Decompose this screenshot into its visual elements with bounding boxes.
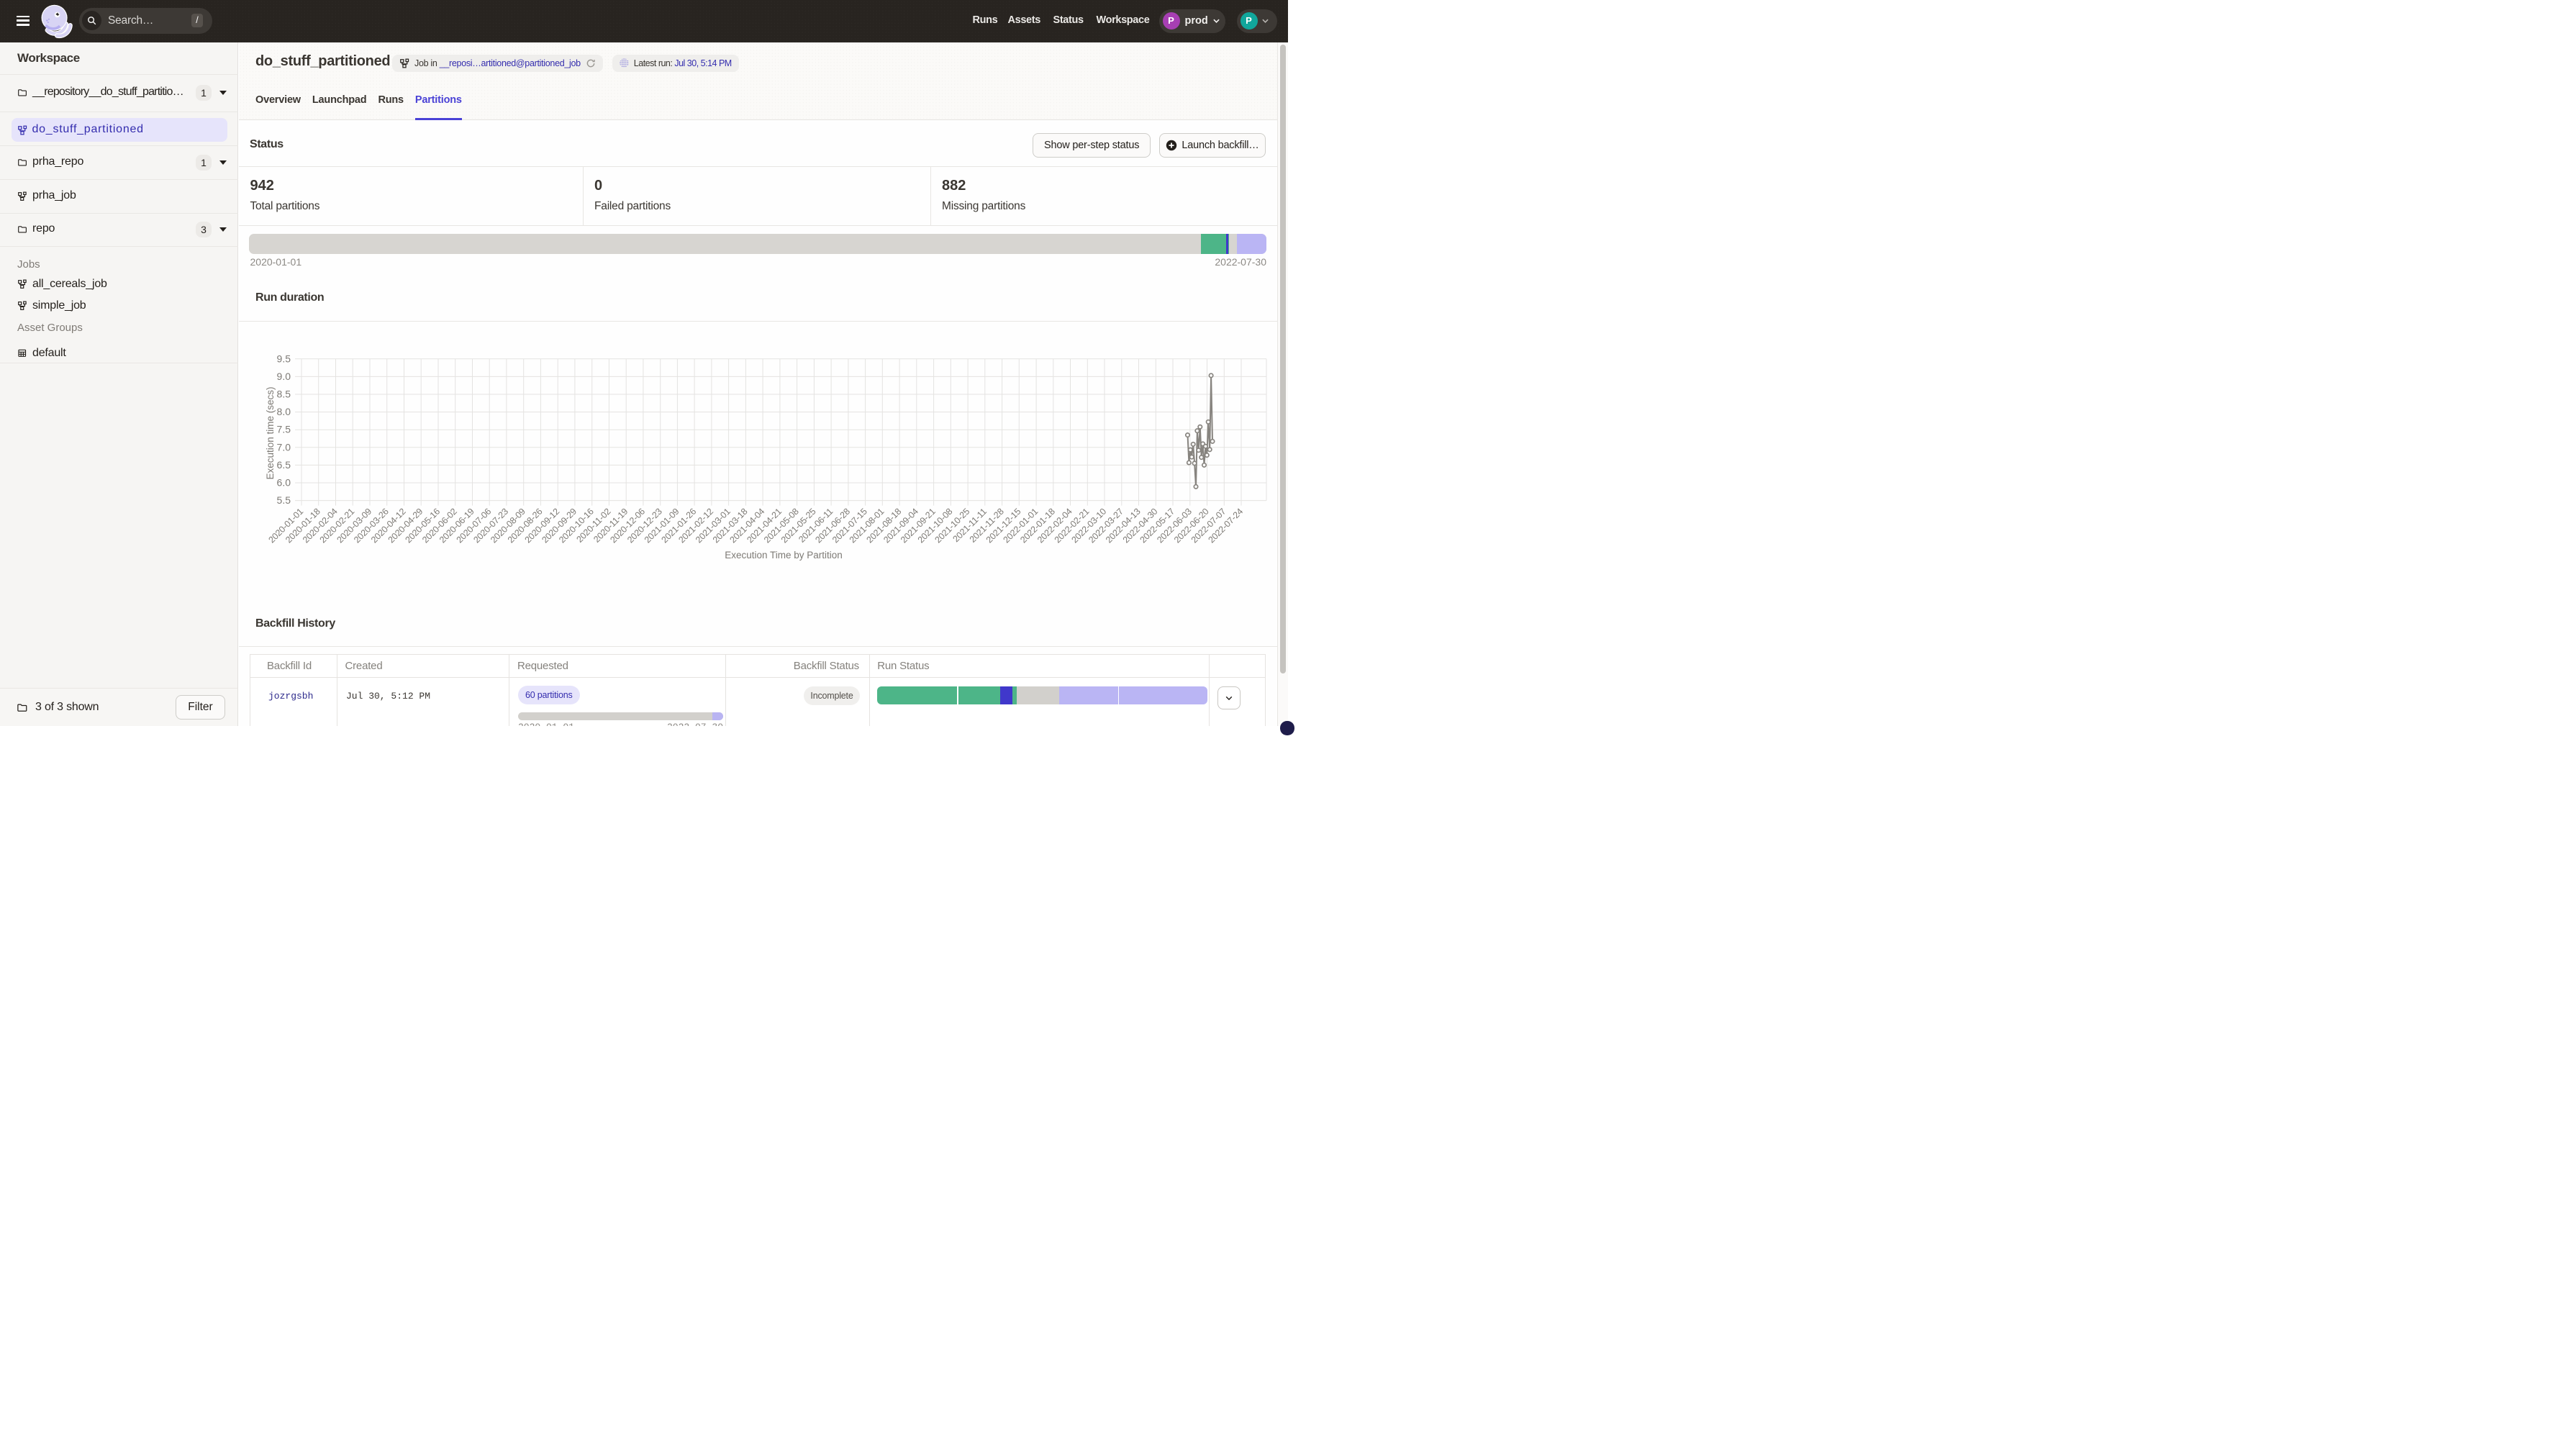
svg-text:Execution Time by Partition: Execution Time by Partition <box>725 550 843 561</box>
svg-text:8.0: 8.0 <box>277 406 291 417</box>
svg-text:9.5: 9.5 <box>277 353 291 364</box>
svg-text:8.5: 8.5 <box>277 389 291 400</box>
svg-text:6.5: 6.5 <box>277 459 291 471</box>
svg-text:7.5: 7.5 <box>277 424 291 435</box>
svg-text:Execution time (secs): Execution time (secs) <box>265 386 276 479</box>
svg-text:9.0: 9.0 <box>277 371 291 382</box>
svg-text:6.0: 6.0 <box>277 477 291 489</box>
svg-text:5.5: 5.5 <box>277 494 291 506</box>
svg-text:7.0: 7.0 <box>277 441 291 453</box>
